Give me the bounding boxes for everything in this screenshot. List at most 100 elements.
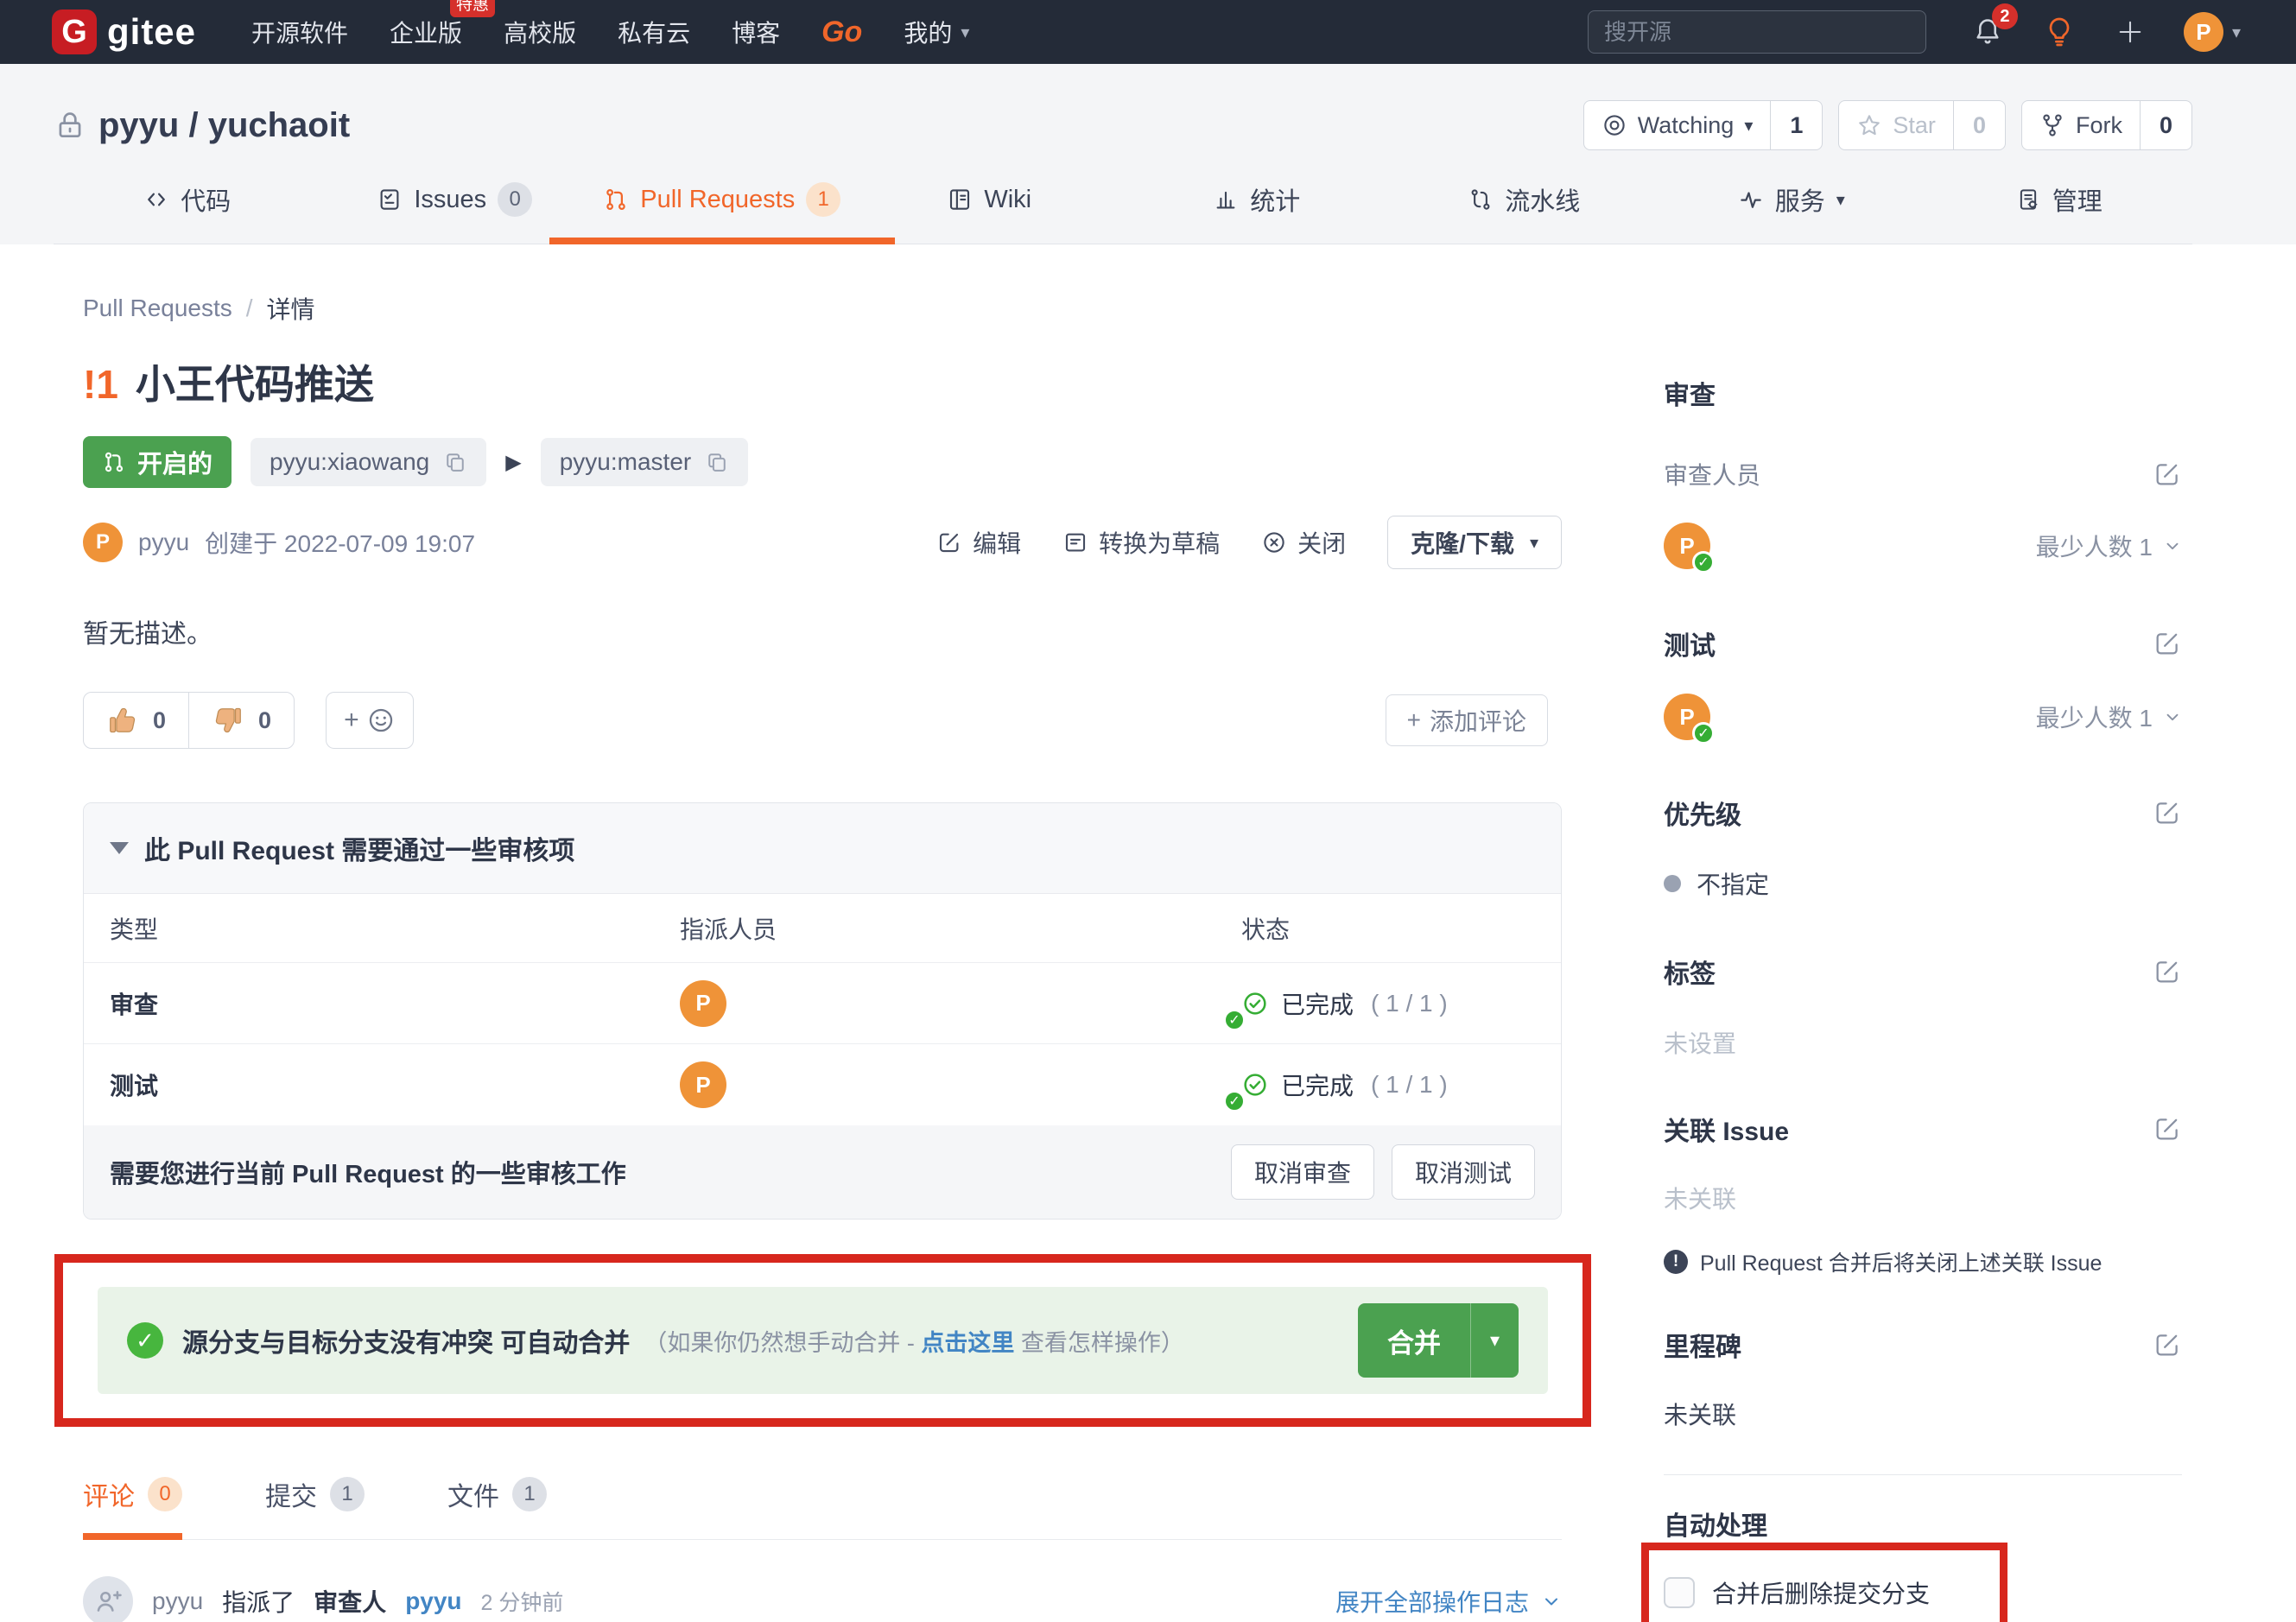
nav-item-private-cloud[interactable]: 私有云 (618, 15, 690, 49)
repo-tabs: 代码 Issues 0 Pull Requests 1 Wiki 统计 (54, 181, 2192, 244)
linked-issue-value: 未关联 (1664, 1181, 2182, 1215)
lightbulb-icon (2042, 15, 2077, 49)
close-pr-button[interactable]: 关闭 (1261, 525, 1346, 560)
priority-dot-icon (1664, 875, 1681, 892)
fork-icon (2039, 112, 2065, 138)
clone-download-button[interactable]: 克隆/下载 ▾ (1387, 516, 1562, 569)
delete-branch-checkbox-row[interactable]: 合并后删除提交分支 (1664, 1575, 2182, 1610)
reviewer-avatar[interactable]: P ✓ (1664, 523, 1710, 569)
checklist-header[interactable]: 此 Pull Request 需要通过一些审核项 (84, 803, 1561, 894)
tab-manage[interactable]: 管理 (1925, 181, 2193, 244)
tab-commits[interactable]: 提交 1 (265, 1475, 365, 1539)
edit-icon[interactable] (2153, 1330, 2182, 1359)
check-circle-icon: ✓ (127, 1322, 163, 1359)
tab-pull-requests[interactable]: Pull Requests 1 (588, 181, 856, 244)
check-badge-icon: ✓ (1692, 722, 1715, 744)
sidebar-test-title: 测试 (1664, 624, 1716, 662)
notification-badge: 2 (1992, 3, 2018, 29)
assignee-avatar[interactable]: P ✓ (680, 1061, 1241, 1108)
tab-issues[interactable]: Issues 0 (321, 181, 589, 244)
check-badge-icon: ✓ (1223, 1009, 1246, 1031)
pr-status-row: 开启的 pyyu:xiaowang ▶ pyyu:master (83, 436, 1562, 488)
cancel-review-button[interactable]: 取消审查 (1231, 1144, 1374, 1200)
tips-button[interactable] (2042, 15, 2077, 49)
activity-time: 2 分钟前 (481, 1586, 564, 1617)
add-comment-button[interactable]: + 添加评论 (1386, 694, 1548, 746)
star-count[interactable]: 0 (1953, 101, 2005, 149)
nav-item-education[interactable]: 高校版 (504, 15, 576, 49)
pipeline-icon (1468, 187, 1494, 212)
thumbs-down-icon (212, 704, 244, 737)
created-at: 创建于 2022-07-09 19:07 (205, 525, 475, 560)
notifications-button[interactable]: 2 (1971, 16, 2004, 48)
files-count-badge: 1 (512, 1477, 547, 1511)
cancel-test-button[interactable]: 取消测试 (1392, 1144, 1535, 1200)
draft-icon (1062, 529, 1088, 555)
avatar[interactable]: P (2184, 12, 2223, 52)
pr-actions: 编辑 转换为草稿 关闭 克隆/下载 ▾ (936, 516, 1562, 569)
create-new-button[interactable] (2115, 16, 2146, 48)
divider (1664, 1474, 2182, 1475)
gitee-pull-request-page: G gitee 开源软件 企业版 特惠 高校版 私有云 博客 Go 我的 ▾ 2 (0, 0, 2296, 1622)
min-testers-dropdown[interactable]: 最少人数 1 (2036, 700, 2182, 734)
edit-icon[interactable] (2153, 629, 2182, 658)
activity-user[interactable]: pyyu (152, 1587, 203, 1615)
tab-services[interactable]: 服务 ▾ (1658, 181, 1925, 244)
nav-item-opensource[interactable]: 开源软件 (251, 15, 348, 49)
issues-icon (377, 187, 403, 212)
source-branch-pill: pyyu:xiaowang (251, 438, 486, 486)
merge-message: 源分支与目标分支没有冲突 可自动合并 (182, 1321, 630, 1359)
author-name[interactable]: pyyu (138, 529, 189, 556)
chart-icon (1213, 187, 1239, 212)
check-circle-icon (1241, 1071, 1269, 1099)
search-box[interactable] (1588, 10, 1926, 54)
main-column: Pull Requests / 详情 !1 小王代码推送 开启的 pyyu:xi… (83, 244, 1562, 1622)
tab-statistics[interactable]: 统计 (1123, 181, 1391, 244)
tab-pipelines[interactable]: 流水线 (1391, 181, 1659, 244)
star-button[interactable]: Star 0 (1838, 100, 2006, 150)
column-type: 类型 (110, 911, 680, 946)
search-input[interactable] (1604, 19, 1910, 46)
edit-icon[interactable] (2153, 1114, 2182, 1144)
nav-item-enterprise[interactable]: 企业版 特惠 (390, 15, 462, 49)
merge-button[interactable]: 合并 ▾ (1358, 1303, 1519, 1378)
thumbs-up-button[interactable]: 0 (84, 693, 188, 748)
watching-button[interactable]: Watching ▾ 1 (1583, 100, 1823, 150)
watching-count[interactable]: 1 (1770, 101, 1822, 149)
edit-icon[interactable] (2153, 459, 2182, 489)
manual-merge-link[interactable]: 点击这里 (921, 1330, 1014, 1356)
chevron-down-icon[interactable]: ▾ (1470, 1303, 1519, 1378)
convert-draft-button[interactable]: 转换为草稿 (1062, 525, 1220, 560)
linked-issue-note: ! Pull Request 合并后将关闭上述关联 Issue (1664, 1246, 2182, 1277)
fork-button[interactable]: Fork 0 (2021, 100, 2192, 150)
avatar[interactable]: P (83, 523, 123, 562)
expand-log-link[interactable]: 展开全部操作日志 (1335, 1584, 1562, 1619)
add-reaction-button[interactable]: + (326, 692, 414, 749)
breadcrumb-current: 详情 (267, 291, 315, 326)
tab-files[interactable]: 文件 1 (447, 1475, 547, 1539)
edit-icon[interactable] (2153, 798, 2182, 827)
gitee-logo[interactable]: G gitee (52, 10, 196, 54)
nav-item-blog[interactable]: 博客 (732, 15, 780, 49)
user-menu[interactable]: P ▾ (2184, 12, 2241, 52)
tab-code[interactable]: 代码 (54, 181, 321, 244)
edit-button[interactable]: 编辑 (936, 525, 1021, 560)
labels-value: 未设置 (1664, 1025, 2182, 1060)
fork-count[interactable]: 0 (2140, 101, 2191, 149)
edit-icon[interactable] (2153, 957, 2182, 986)
copy-icon[interactable] (443, 450, 467, 474)
go-logo[interactable]: Go (821, 16, 862, 49)
tab-wiki[interactable]: Wiki (856, 181, 1124, 244)
tester-avatar[interactable]: P ✓ (1664, 694, 1710, 740)
activity-target-user[interactable]: pyyu (405, 1587, 461, 1615)
breadcrumb-pull-requests[interactable]: Pull Requests (83, 295, 232, 322)
tab-comments[interactable]: 评论 0 (83, 1475, 182, 1539)
checkbox-unchecked[interactable] (1664, 1577, 1695, 1608)
commits-count-badge: 1 (330, 1477, 365, 1511)
thumbs-down-button[interactable]: 0 (188, 693, 294, 748)
min-reviewers-dropdown[interactable]: 最少人数 1 (2036, 529, 2182, 563)
assignee-avatar[interactable]: P ✓ (680, 980, 1241, 1027)
pull-request-icon (603, 187, 629, 212)
nav-item-my[interactable]: 我的 ▾ (904, 15, 969, 49)
copy-icon[interactable] (705, 450, 729, 474)
